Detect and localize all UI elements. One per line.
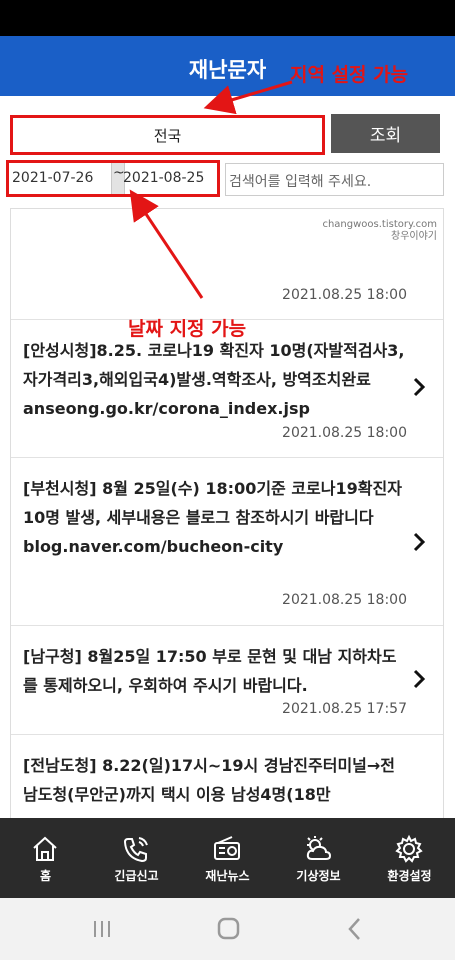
home-icon [33, 836, 57, 861]
home-button-icon[interactable] [213, 916, 243, 942]
region-annotation: 지역 설정 가능 [290, 64, 409, 86]
message-time: 2021.08.25 18:00 [282, 425, 407, 441]
date-range-box: 2021-07-26 ~ 2021-08-25 [6, 160, 220, 197]
nav-disaster-news[interactable]: 재난뉴스 [182, 818, 273, 898]
nav-label: 환경설정 [387, 869, 432, 883]
bottom-nav: 홈 긴급신고 재난뉴스 기상정보 환경설정 [0, 818, 455, 898]
nav-label: 재난뉴스 [205, 869, 250, 883]
list-item[interactable]: [전남도청] 8.22(일)17시~19시 경남진주터미널→전남도청(무안군)까… [11, 735, 443, 827]
date-annotation: 날짜 지정 가능 [128, 318, 247, 340]
list-item[interactable]: [부천시청] 8월 25일(수) 18:00기준 코로나19확진자 10명 발생… [11, 458, 443, 625]
weather-icon [306, 836, 332, 860]
search-button[interactable]: 조회 [331, 114, 440, 153]
region-select[interactable]: 전국 [10, 115, 325, 155]
chevron-right-icon[interactable] [411, 377, 427, 397]
system-nav-bar [0, 898, 455, 960]
nav-label: 홈 [39, 869, 52, 883]
gear-icon [395, 834, 423, 863]
radio-icon [214, 836, 240, 860]
nav-settings[interactable]: 환경설정 [364, 818, 455, 898]
keyword-search-input[interactable]: 검색어를 입력해 주세요. [225, 163, 444, 196]
nav-label: 긴급신고 [114, 869, 159, 883]
list-item[interactable]: [남구청] 8월25일 17:50 부로 문현 및 대남 지하차도를 통제하오니… [11, 626, 443, 734]
status-bar [0, 0, 455, 36]
chevron-right-icon[interactable] [411, 532, 427, 552]
chevron-right-icon[interactable] [411, 669, 427, 689]
message-text: [남구청] 8월25일 17:50 부로 문현 및 대남 지하차도를 통제하오니… [23, 647, 397, 695]
start-date-input[interactable]: 2021-07-26 [12, 170, 93, 186]
phone-icon [123, 837, 148, 863]
list-item[interactable]: 2021.08.25 18:00 [11, 209, 443, 319]
nav-weather[interactable]: 기상정보 [273, 818, 364, 898]
back-icon[interactable] [340, 916, 370, 942]
message-time: 2021.08.25 17:57 [282, 701, 407, 717]
recent-apps-icon[interactable] [87, 916, 117, 942]
message-list[interactable]: changwoos.tistory.com 창우이야기 2021.08.25 1… [10, 208, 444, 828]
end-date-input[interactable]: 2021-08-25 [123, 170, 204, 186]
message-text: [안성시청]8.25. 코로나19 확진자 10명(자발적검사3,자가격리3,해… [23, 341, 405, 418]
nav-home[interactable]: 홈 [0, 818, 91, 898]
message-text: [전남도청] 8.22(일)17시~19시 경남진주터미널→전남도청(무안군)까… [23, 756, 396, 804]
nav-label: 기상정보 [296, 869, 341, 883]
message-time: 2021.08.25 18:00 [282, 287, 407, 303]
message-time: 2021.08.25 18:00 [282, 592, 407, 608]
message-text: [부천시청] 8월 25일(수) 18:00기준 코로나19확진자 10명 발생… [23, 479, 402, 556]
nav-emergency-call[interactable]: 긴급신고 [91, 818, 182, 898]
